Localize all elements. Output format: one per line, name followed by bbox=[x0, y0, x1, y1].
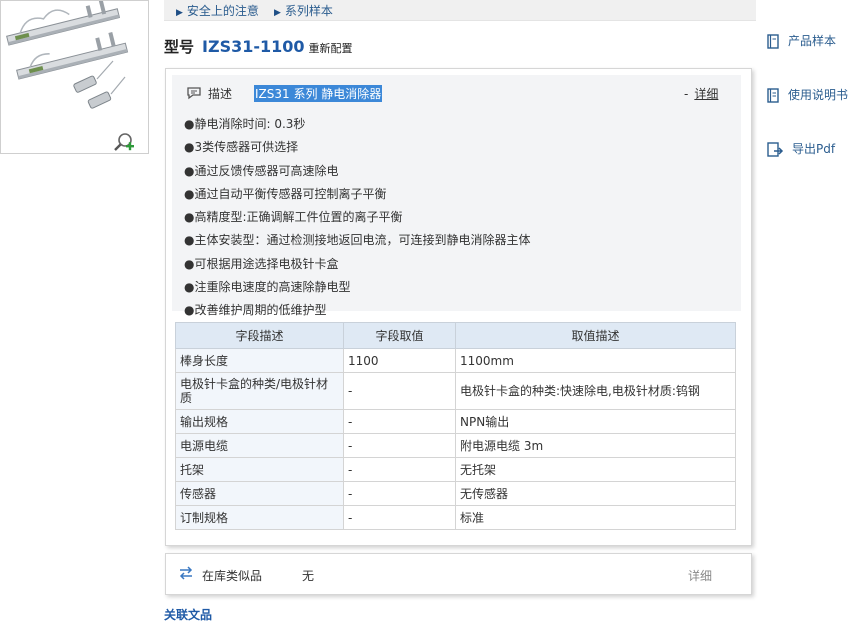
book-icon bbox=[767, 33, 779, 49]
description-label: 描述 bbox=[208, 87, 233, 101]
pdf-export-link[interactable]: 导出Pdf bbox=[766, 140, 835, 160]
cell-desc: 附电源电缆 3m bbox=[455, 433, 736, 458]
description-header: 描述 bbox=[186, 85, 232, 102]
cell-field: 电源电缆 bbox=[175, 433, 344, 458]
table-row: 传感器 - 无传感器 bbox=[175, 481, 736, 506]
table-row: 电极针卡盒的种类/电极针材质 - 电极针卡盒的种类:快速除电,电极针材质:钨钢 bbox=[175, 372, 736, 410]
cell-value: - bbox=[343, 409, 456, 434]
detail-label[interactable]: 详细 bbox=[694, 87, 718, 101]
stock-label: 在库类似品 bbox=[202, 569, 263, 583]
description-box: 描述 IZS31 系列 静电消除器 - 详细 ●静电消除时间: 0.3秒 ●3类传… bbox=[172, 75, 741, 317]
related-documents-heading: 关联文品 bbox=[164, 608, 213, 622]
cell-field: 托架 bbox=[175, 457, 344, 482]
triangle-icon: ▶ bbox=[176, 8, 183, 18]
table-row: 输出规格 - NPN输出 bbox=[175, 409, 736, 434]
feature-item: ●静电消除时间: 0.3秒 bbox=[184, 117, 306, 131]
breadcrumb-link-safety[interactable]: ▶ 安全上的注意 bbox=[176, 2, 259, 19]
cell-value: - bbox=[343, 457, 456, 482]
feature-item: ●可根据用途选择电极针卡盒 bbox=[184, 256, 339, 271]
detail-prefix: - bbox=[684, 87, 689, 101]
feature-list: ●静电消除时间: 0.3秒 ●3类传感器可供选择 ●通过反馈传感器可高速除电 ●… bbox=[184, 113, 530, 323]
manual-link[interactable]: 使用说明书 bbox=[766, 86, 848, 106]
cell-field: 棒身长度 bbox=[175, 348, 344, 373]
product-detail-panel: 描述 IZS31 系列 静电消除器 - 详细 ●静电消除时间: 0.3秒 ●3类传… bbox=[165, 68, 752, 546]
page-title: 型号 IZS31-1100 重新配置 bbox=[164, 36, 353, 62]
model-number: IZS31-1100 bbox=[202, 37, 305, 56]
feature-item: ●高精度型:正确调解工件位置的离子平衡 bbox=[184, 210, 403, 225]
manual-icon bbox=[767, 87, 779, 103]
table-row: 电源电缆 - 附电源电缆 3m bbox=[175, 433, 736, 458]
stock-value: 无 bbox=[302, 569, 315, 583]
col-header-value: 字段取值 bbox=[343, 322, 456, 349]
stock-detail-link[interactable]: 详细 bbox=[688, 567, 712, 584]
description-detail-link[interactable]: - 详细 bbox=[684, 85, 718, 102]
cell-value: - bbox=[343, 433, 456, 458]
feature-item: ●通过反馈传感器可高速除电 bbox=[184, 163, 339, 178]
feature-item: ●改善维护周期的低维护型 bbox=[184, 303, 327, 318]
cell-field: 输出规格 bbox=[175, 409, 344, 434]
spec-table: 字段描述 字段取值 取值描述 棒身长度 1100 1100mm 电极针卡盒的种类… bbox=[175, 322, 736, 530]
cell-field: 订制规格 bbox=[175, 505, 344, 530]
breadcrumb: ▶ 安全上的注意 ▶ 系列样本 bbox=[164, 0, 756, 21]
cell-desc: 电极针卡盒的种类:快速除电,电极针材质:钨钢 bbox=[455, 372, 736, 410]
cell-desc: 1100mm bbox=[455, 348, 736, 373]
col-header-desc: 取值描述 bbox=[455, 322, 736, 349]
feature-item: ●主体安装型：通过检测接地返回电流，可连接到静电消除器主体 bbox=[184, 233, 531, 248]
feature-item: ●3类传感器可供选择 bbox=[184, 140, 299, 155]
cell-desc: NPN输出 bbox=[455, 409, 736, 434]
feature-item: ●通过自动平衡传感器可控制离子平衡 bbox=[184, 186, 387, 201]
breadcrumb-link-catalog[interactable]: ▶ 系列样本 bbox=[274, 2, 333, 19]
pdf-export-label[interactable]: 导出Pdf bbox=[792, 142, 835, 156]
zoom-icon[interactable] bbox=[113, 131, 135, 153]
reconfigure-link[interactable]: 重新配置 bbox=[309, 42, 353, 55]
cell-value: - bbox=[343, 481, 456, 506]
triangle-icon: ▶ bbox=[274, 8, 281, 18]
series-title: IZS31 系列 静电消除器 bbox=[254, 85, 383, 102]
cell-desc: 标准 bbox=[455, 505, 736, 530]
table-row: 棒身长度 1100 1100mm bbox=[175, 348, 736, 373]
pdf-export-icon bbox=[767, 141, 784, 157]
manual-link-label[interactable]: 使用说明书 bbox=[788, 88, 848, 102]
cell-value: - bbox=[343, 505, 456, 530]
table-row: 订制规格 - 标准 bbox=[175, 505, 736, 530]
cell-desc: 无传感器 bbox=[455, 481, 736, 506]
comment-icon bbox=[187, 87, 201, 100]
col-header-field: 字段描述 bbox=[175, 322, 344, 349]
cell-desc: 无托架 bbox=[455, 457, 736, 482]
cell-value: - bbox=[343, 372, 456, 410]
type-label: 型号 bbox=[164, 38, 195, 56]
table-row: 托架 - 无托架 bbox=[175, 457, 736, 482]
table-header-row: 字段描述 字段取值 取值描述 bbox=[175, 322, 736, 349]
catalog-link-label[interactable]: 产品样本 bbox=[788, 34, 836, 48]
swap-arrows-icon bbox=[178, 566, 194, 583]
stock-similar-panel: 在库类似品 无 详细 bbox=[165, 553, 752, 595]
cell-field: 传感器 bbox=[175, 481, 344, 506]
feature-item: ●注重除电速度的高速除静电型 bbox=[184, 280, 351, 295]
cell-value: 1100 bbox=[343, 348, 456, 373]
cell-field: 电极针卡盒的种类/电极针材质 bbox=[175, 372, 344, 410]
catalog-link[interactable]: 产品样本 bbox=[766, 32, 836, 52]
product-thumbnail[interactable] bbox=[0, 0, 149, 154]
